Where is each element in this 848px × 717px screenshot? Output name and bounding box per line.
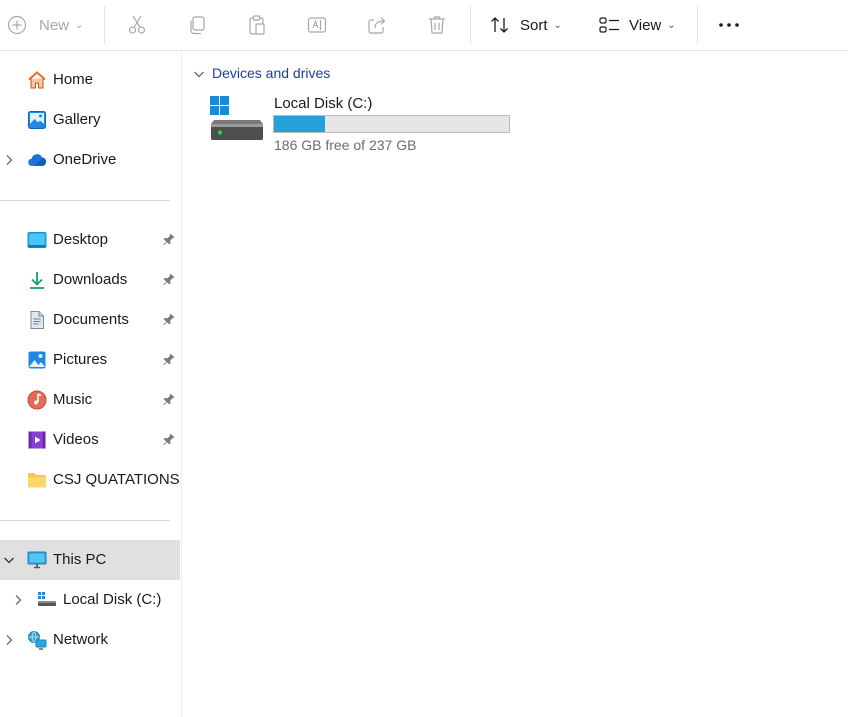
sidebar-item-label: Gallery: [53, 111, 101, 128]
view-label: View: [629, 16, 662, 34]
sidebar-item-home[interactable]: Home: [0, 62, 180, 98]
drive-tile-local-disk[interactable]: Local Disk (C:) 186 GB free of 237 GB: [209, 92, 519, 158]
sidebar-item-desktop[interactable]: Desktop: [0, 222, 180, 258]
new-button[interactable]: New ⌄: [7, 9, 83, 41]
pictures-icon: [27, 350, 47, 370]
sidebar-item-music[interactable]: Music: [0, 382, 180, 418]
chevron-down-icon: ⌄: [553, 19, 562, 31]
sidebar-item-this-pc[interactable]: This PC: [0, 540, 180, 580]
drive-usage-bar: [273, 115, 510, 133]
videos-icon: [27, 430, 47, 450]
chevron-right-icon[interactable]: [3, 632, 15, 648]
view-button[interactable]: View ⌄: [598, 9, 676, 41]
delete-button[interactable]: [426, 9, 448, 41]
more-icon: [716, 15, 742, 35]
paste-button[interactable]: [246, 9, 268, 41]
sidebar-item-pictures[interactable]: Pictures: [0, 342, 180, 378]
view-icon: [598, 14, 622, 36]
sidebar-item-label: Pictures: [53, 351, 108, 368]
drive-name: Local Disk (C:): [274, 95, 373, 112]
plus-icon: [7, 15, 27, 35]
drive-free-space: 186 GB free of 237 GB: [274, 137, 417, 153]
sidebar-item-network[interactable]: Network: [0, 622, 180, 658]
section-title: Devices and drives: [212, 65, 331, 81]
section-devices-and-drives[interactable]: Devices and drives: [193, 65, 330, 81]
downloads-icon: [27, 270, 47, 290]
sidebar-item-label: Local Disk (C:): [63, 591, 162, 608]
sort-label: Sort: [520, 16, 548, 34]
cut-button[interactable]: [126, 9, 148, 41]
sidebar-item-label: Home: [53, 71, 94, 88]
share-button[interactable]: [366, 9, 388, 41]
sort-icon: [489, 14, 511, 36]
sidebar-item-label: Videos: [53, 431, 99, 448]
sidebar-item-label: OneDrive: [53, 151, 117, 168]
folder-icon: [27, 470, 47, 490]
sidebar-divider: [0, 200, 170, 201]
new-label: New: [39, 16, 70, 34]
sidebar-item-documents[interactable]: Documents: [0, 302, 180, 338]
sidebar-item-downloads[interactable]: Downloads: [0, 262, 180, 298]
chevron-down-icon: ⌄: [667, 19, 676, 31]
chevron-down-icon: ⌄: [75, 19, 84, 31]
music-icon: [27, 390, 47, 410]
sidebar-item-local-disk[interactable]: Local Disk (C:): [0, 582, 180, 618]
sidebar-item-onedrive[interactable]: OneDrive: [0, 142, 180, 178]
copy-button[interactable]: [186, 9, 208, 41]
pin-icon[interactable]: [162, 432, 176, 446]
sidebar-item-csj-quatations[interactable]: CSJ QUATATIONS: [0, 462, 180, 498]
chevron-right-icon[interactable]: [3, 152, 15, 168]
drive-icon: [37, 590, 57, 610]
delete-icon: [426, 14, 448, 36]
rename-icon: [306, 14, 328, 36]
sidebar-item-label: Network: [53, 631, 109, 648]
chevron-down-icon: [193, 67, 205, 79]
main-content: Devices and drives Local Disk (C:) 186 G…: [183, 52, 848, 717]
home-icon: [27, 70, 47, 90]
pin-icon[interactable]: [162, 392, 176, 406]
chevron-right-icon[interactable]: [12, 592, 24, 608]
navigation-pane: Home Gallery OneDrive Desktop Downloads: [0, 52, 182, 717]
sidebar-item-gallery[interactable]: Gallery: [0, 102, 180, 138]
sidebar-item-label: CSJ QUATATIONS: [53, 471, 180, 488]
toolbar-divider: [470, 6, 471, 44]
network-icon: [27, 630, 47, 650]
sidebar-item-label: Documents: [53, 311, 129, 328]
hard-drive-icon: [209, 94, 265, 142]
this-pc-icon: [27, 550, 47, 570]
command-bar: New ⌄ Sort ⌄ View ⌄: [0, 0, 848, 51]
desktop-folder-icon: [27, 230, 47, 250]
chevron-down-icon[interactable]: [3, 552, 15, 568]
sidebar-item-label: This PC: [53, 551, 107, 568]
sidebar-divider: [0, 520, 170, 521]
onedrive-cloud-icon: [27, 150, 47, 170]
rename-button[interactable]: [306, 9, 328, 41]
pin-icon[interactable]: [162, 232, 176, 246]
copy-icon: [186, 14, 208, 36]
more-options-button[interactable]: [716, 9, 742, 41]
toolbar-divider: [697, 6, 698, 44]
sidebar-item-label: Music: [53, 391, 93, 408]
sort-button[interactable]: Sort ⌄: [489, 9, 562, 41]
pin-icon[interactable]: [162, 352, 176, 366]
documents-icon: [27, 310, 47, 330]
pin-icon[interactable]: [162, 272, 176, 286]
sidebar-item-videos[interactable]: Videos: [0, 422, 180, 458]
gallery-icon: [27, 110, 47, 130]
sidebar-item-label: Desktop: [53, 231, 109, 248]
cut-icon: [126, 14, 148, 36]
paste-icon: [246, 14, 268, 36]
pin-icon[interactable]: [162, 312, 176, 326]
share-icon: [366, 14, 388, 36]
sidebar-item-label: Downloads: [53, 271, 128, 288]
toolbar-divider: [104, 6, 105, 44]
drive-usage-fill: [274, 116, 325, 132]
